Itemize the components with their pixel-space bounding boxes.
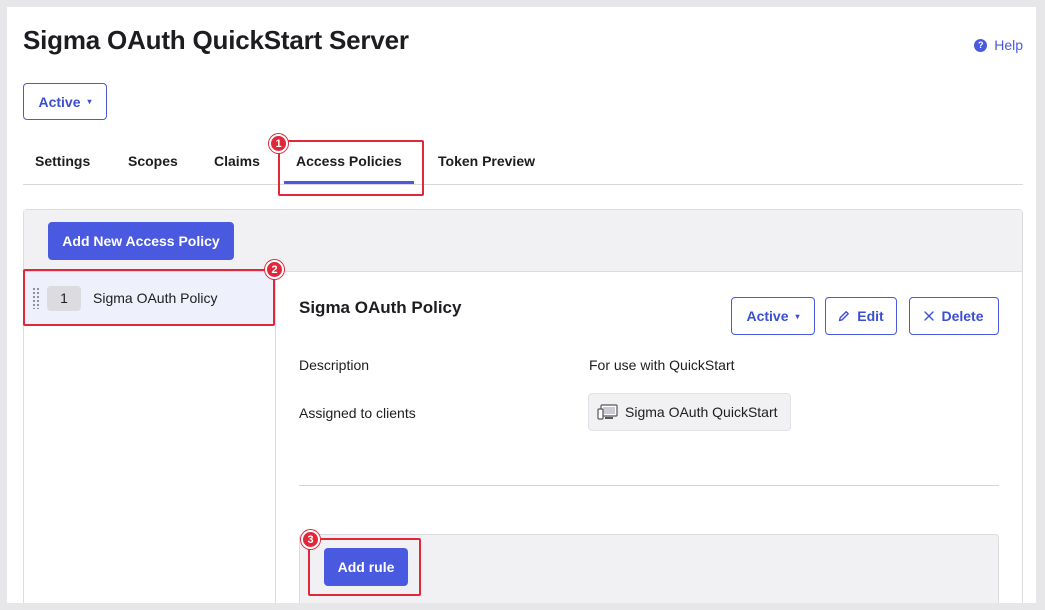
- tab-token-preview[interactable]: Token Preview: [438, 153, 535, 169]
- pencil-icon: [839, 311, 850, 322]
- authorization-server-page: Sigma OAuth QuickStart Server ? Help Act…: [7, 7, 1036, 603]
- add-new-access-policy-button[interactable]: Add New Access Policy: [48, 222, 234, 260]
- callout-marker-1: 1: [269, 134, 288, 153]
- callout-marker-3: 3: [301, 530, 320, 549]
- add-rule-button[interactable]: Add rule: [324, 548, 408, 586]
- page-title: Sigma OAuth QuickStart Server: [23, 25, 409, 55]
- panel-header: Add New Access Policy: [24, 210, 1022, 272]
- edit-policy-button[interactable]: Edit: [825, 297, 897, 335]
- help-label: Help: [994, 37, 1023, 53]
- tab-scopes[interactable]: Scopes: [128, 153, 178, 169]
- policy-title: Sigma OAuth Policy: [299, 298, 462, 317]
- caret-down-icon: ▾: [87, 97, 92, 106]
- delete-label: Delete: [941, 308, 984, 324]
- delete-policy-button[interactable]: Delete: [909, 297, 999, 335]
- callout-marker-2: 2: [265, 260, 284, 279]
- tab-bar: Settings Scopes Claims Access Policies T…: [23, 143, 1023, 185]
- policy-list-item[interactable]: 1 Sigma OAuth Policy: [24, 272, 275, 324]
- client-app-icon: [597, 404, 618, 420]
- assigned-client-chip: Sigma OAuth QuickStart: [588, 393, 791, 431]
- policy-list-item-name: Sigma OAuth Policy: [93, 290, 218, 306]
- server-status-dropdown[interactable]: Active ▾: [23, 83, 107, 120]
- tab-claims[interactable]: Claims: [214, 153, 260, 169]
- close-icon: [924, 311, 935, 321]
- question-circle-icon: ?: [974, 38, 988, 52]
- access-policies-panel: Add New Access Policy 1 Sigma OAuth Poli…: [23, 209, 1023, 603]
- assigned-clients-label: Assigned to clients: [299, 405, 416, 421]
- policy-status-dropdown[interactable]: Active ▾: [731, 297, 815, 335]
- policy-priority-badge: 1: [47, 285, 81, 311]
- description-label: Description: [299, 357, 370, 373]
- policy-status-label: Active: [746, 308, 789, 324]
- caret-down-icon: ▾: [795, 311, 800, 321]
- help-link[interactable]: ? Help: [974, 37, 1023, 53]
- assigned-client-name: Sigma OAuth QuickStart: [625, 404, 778, 420]
- server-status-label: Active: [38, 93, 81, 110]
- edit-label: Edit: [857, 308, 884, 324]
- drag-handle-icon[interactable]: [32, 287, 40, 309]
- tab-access-policies[interactable]: Access Policies: [284, 153, 414, 184]
- rules-section: Add rule: [299, 534, 999, 603]
- policy-list: 1 Sigma OAuth Policy: [24, 272, 276, 603]
- policy-detail: Sigma OAuth Policy Active ▾ Edit Delete …: [276, 272, 1022, 603]
- description-value: For use with QuickStart: [589, 357, 735, 373]
- divider: [299, 485, 999, 486]
- tab-settings[interactable]: Settings: [35, 153, 90, 169]
